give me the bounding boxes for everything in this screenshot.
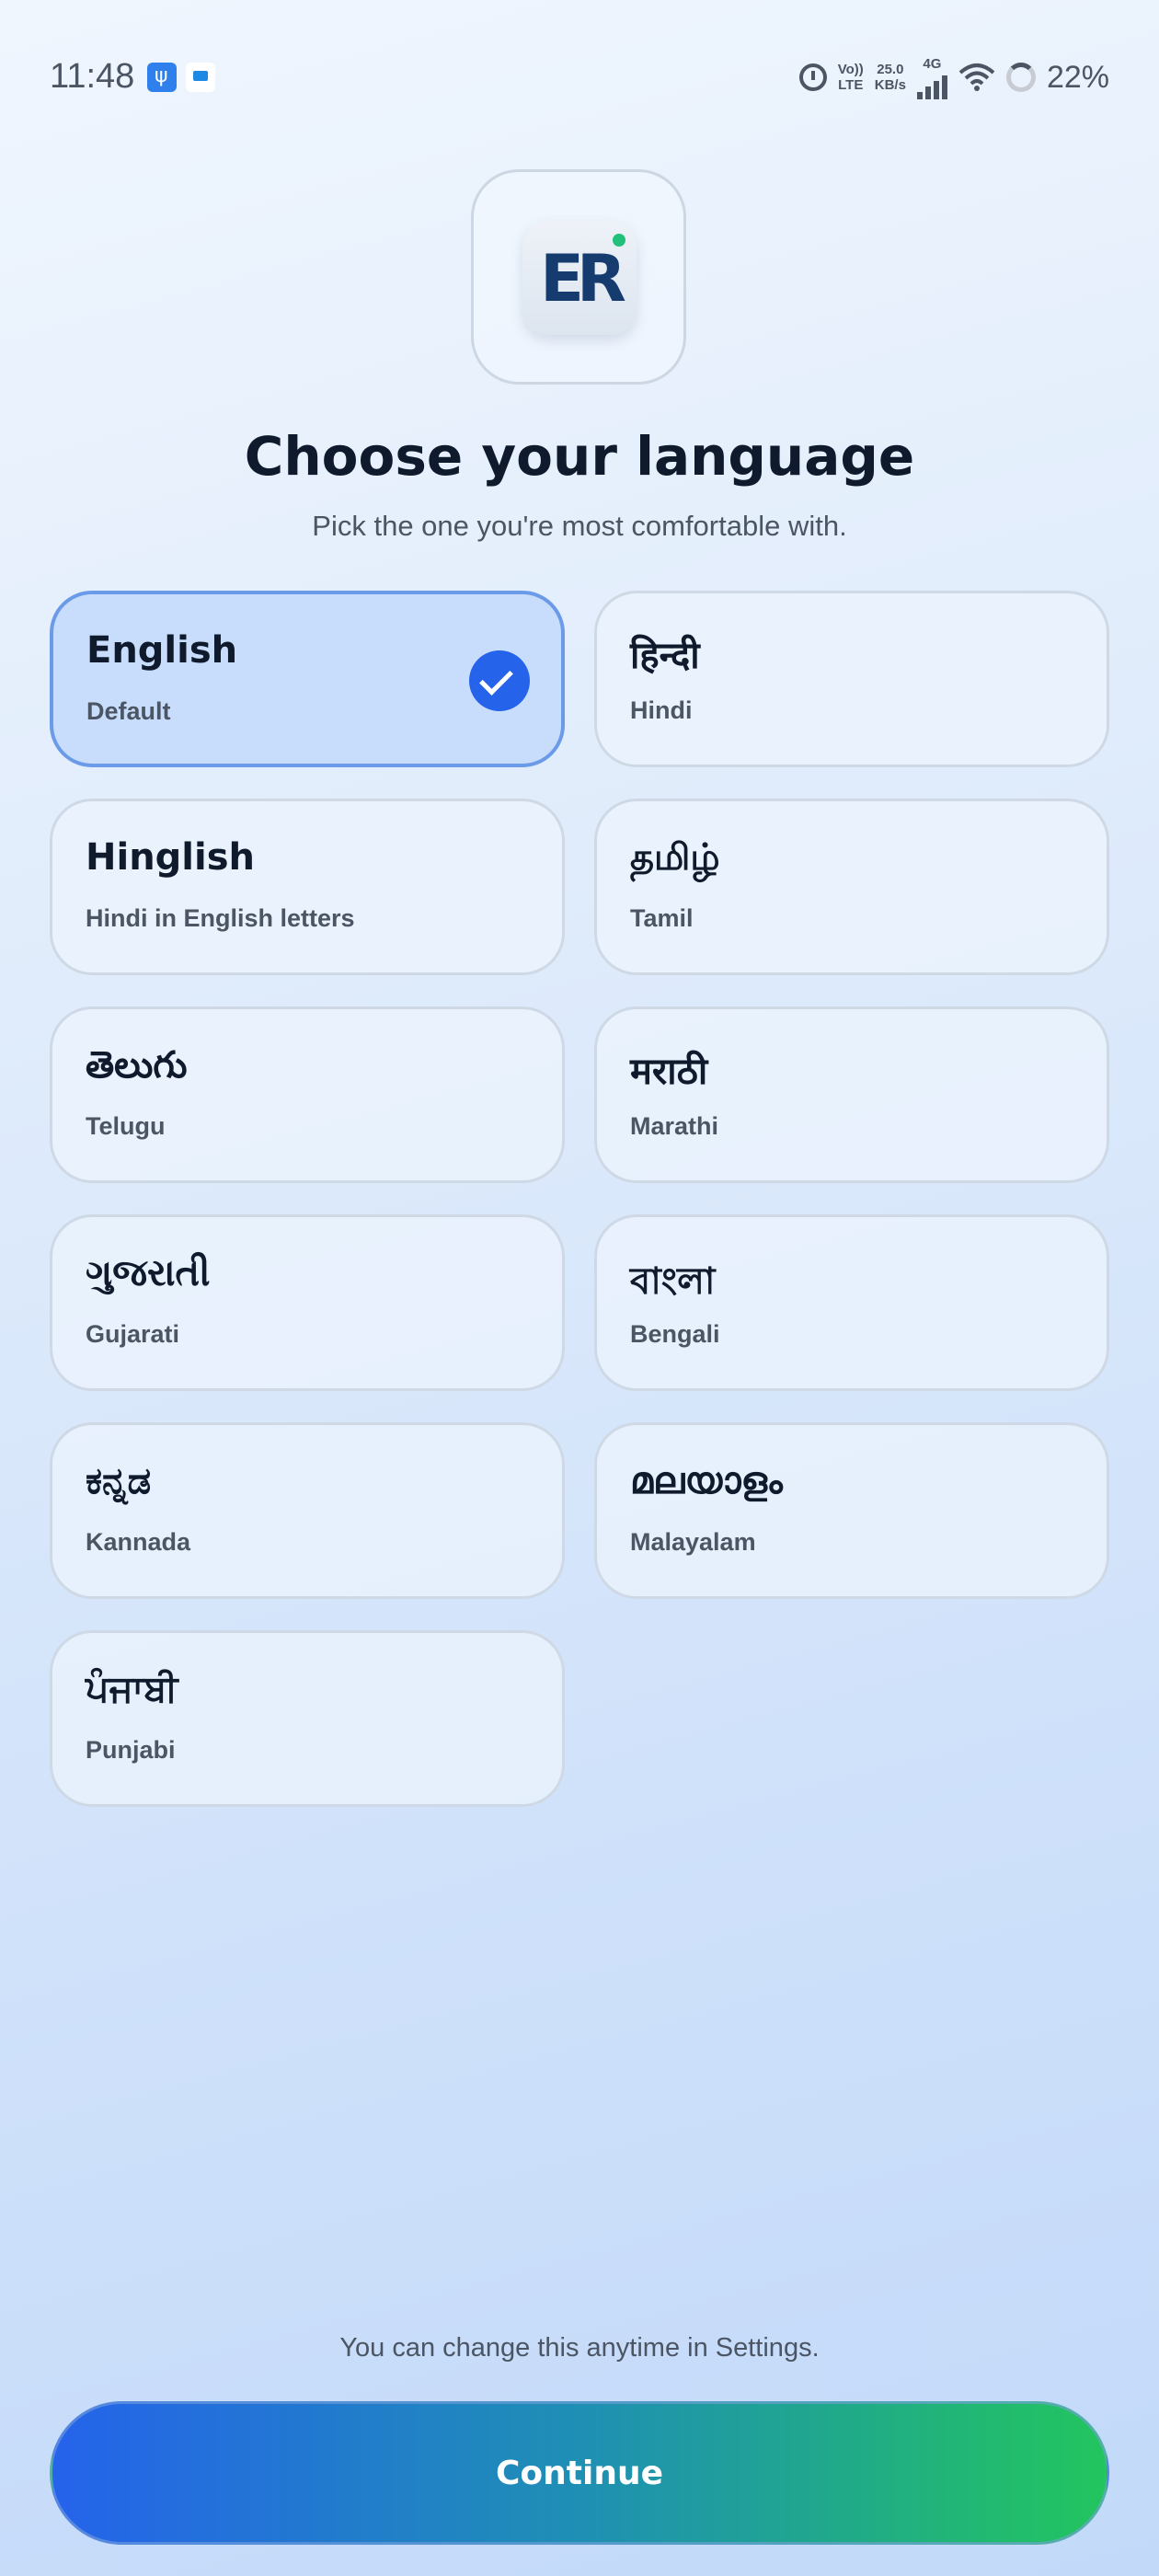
battery-icon xyxy=(1005,63,1036,92)
language-option-punjabi[interactable]: ਪੰਜਾਬੀ Punjabi xyxy=(50,1630,565,1807)
language-native-name: Hinglish xyxy=(86,836,256,879)
language-english-name: Gujarati xyxy=(86,1320,180,1348)
page-title: Choose your language xyxy=(244,425,915,488)
screen-cast-icon xyxy=(186,63,215,92)
check-icon xyxy=(469,650,530,711)
language-english-name: Marathi xyxy=(630,1112,719,1140)
language-english-name: Tamil xyxy=(630,904,694,932)
status-bar: 11:48 Vo)) LTE 25.0 KB/s 4G 22% xyxy=(0,0,1159,156)
language-english-name: Malayalam xyxy=(630,1528,756,1556)
language-option-telugu[interactable]: తెలుగు Telugu xyxy=(50,1006,565,1183)
network-speed: 25.0 KB/s xyxy=(874,62,906,93)
volte-indicator: Vo)) LTE xyxy=(837,62,864,93)
language-english-name: Hindi in English letters xyxy=(86,904,355,932)
language-option-hinglish[interactable]: Hinglish Hindi in English letters xyxy=(50,799,565,975)
language-option-english[interactable]: English Default xyxy=(50,591,565,767)
usb-icon xyxy=(147,63,177,92)
language-english-name: Bengali xyxy=(630,1320,720,1348)
language-native-name: मराठी xyxy=(630,1051,708,1093)
language-option-hindi[interactable]: हिन्दी Hindi xyxy=(594,591,1109,767)
language-english-name: Punjabi xyxy=(86,1736,176,1764)
status-time: 11:48 xyxy=(50,57,135,96)
language-native-name: తెలుగు xyxy=(86,1044,188,1087)
language-option-gujarati[interactable]: ગુજરાતી Gujarati xyxy=(50,1214,565,1391)
language-native-name: বাংলা xyxy=(630,1260,716,1303)
network-type: 4G xyxy=(916,56,947,99)
signal-icon xyxy=(916,72,947,99)
language-native-name: ગુજરાતી xyxy=(86,1252,211,1294)
language-english-name: Kannada xyxy=(86,1528,191,1556)
language-option-kannada[interactable]: ಕನ್ನಡ Kannada xyxy=(50,1422,565,1599)
language-native-name: English xyxy=(86,629,238,672)
continue-button[interactable]: Continue xyxy=(50,2401,1109,2545)
language-option-bengali[interactable]: বাংলা Bengali xyxy=(594,1214,1109,1391)
wifi-icon xyxy=(958,63,995,91)
alarm-icon xyxy=(798,63,827,91)
settings-note: You can change this anytime in Settings. xyxy=(339,2333,820,2363)
language-english-name: Default xyxy=(86,697,171,725)
language-option-tamil[interactable]: தமிழ் Tamil xyxy=(594,799,1109,975)
language-native-name: ਪੰਜਾਬੀ xyxy=(86,1668,178,1710)
language-native-name: മലയാളം xyxy=(630,1460,783,1502)
language-grid: English Default हिन्दी Hindi Hinglish Hi… xyxy=(50,591,1109,1807)
language-english-name: Telugu xyxy=(86,1112,166,1140)
logo-tile: ER xyxy=(522,221,637,335)
logo-dot xyxy=(613,234,625,247)
logo-text: ER xyxy=(540,241,626,316)
language-english-name: Hindi xyxy=(630,696,693,724)
language-native-name: हिन्दी xyxy=(630,635,700,677)
battery-level: 22% xyxy=(1046,59,1109,95)
language-option-malayalam[interactable]: മലയാളം Malayalam xyxy=(594,1422,1109,1599)
app-logo: ER xyxy=(471,169,686,385)
language-native-name: தமிழ் xyxy=(630,836,720,879)
language-native-name: ಕನ್ನಡ xyxy=(86,1460,152,1502)
page-subtitle: Pick the one you're most comfortable wit… xyxy=(312,510,847,542)
language-option-marathi[interactable]: मराठी Marathi xyxy=(594,1006,1109,1183)
status-indicators: Vo)) LTE 25.0 KB/s 4G 22% xyxy=(798,56,1109,99)
